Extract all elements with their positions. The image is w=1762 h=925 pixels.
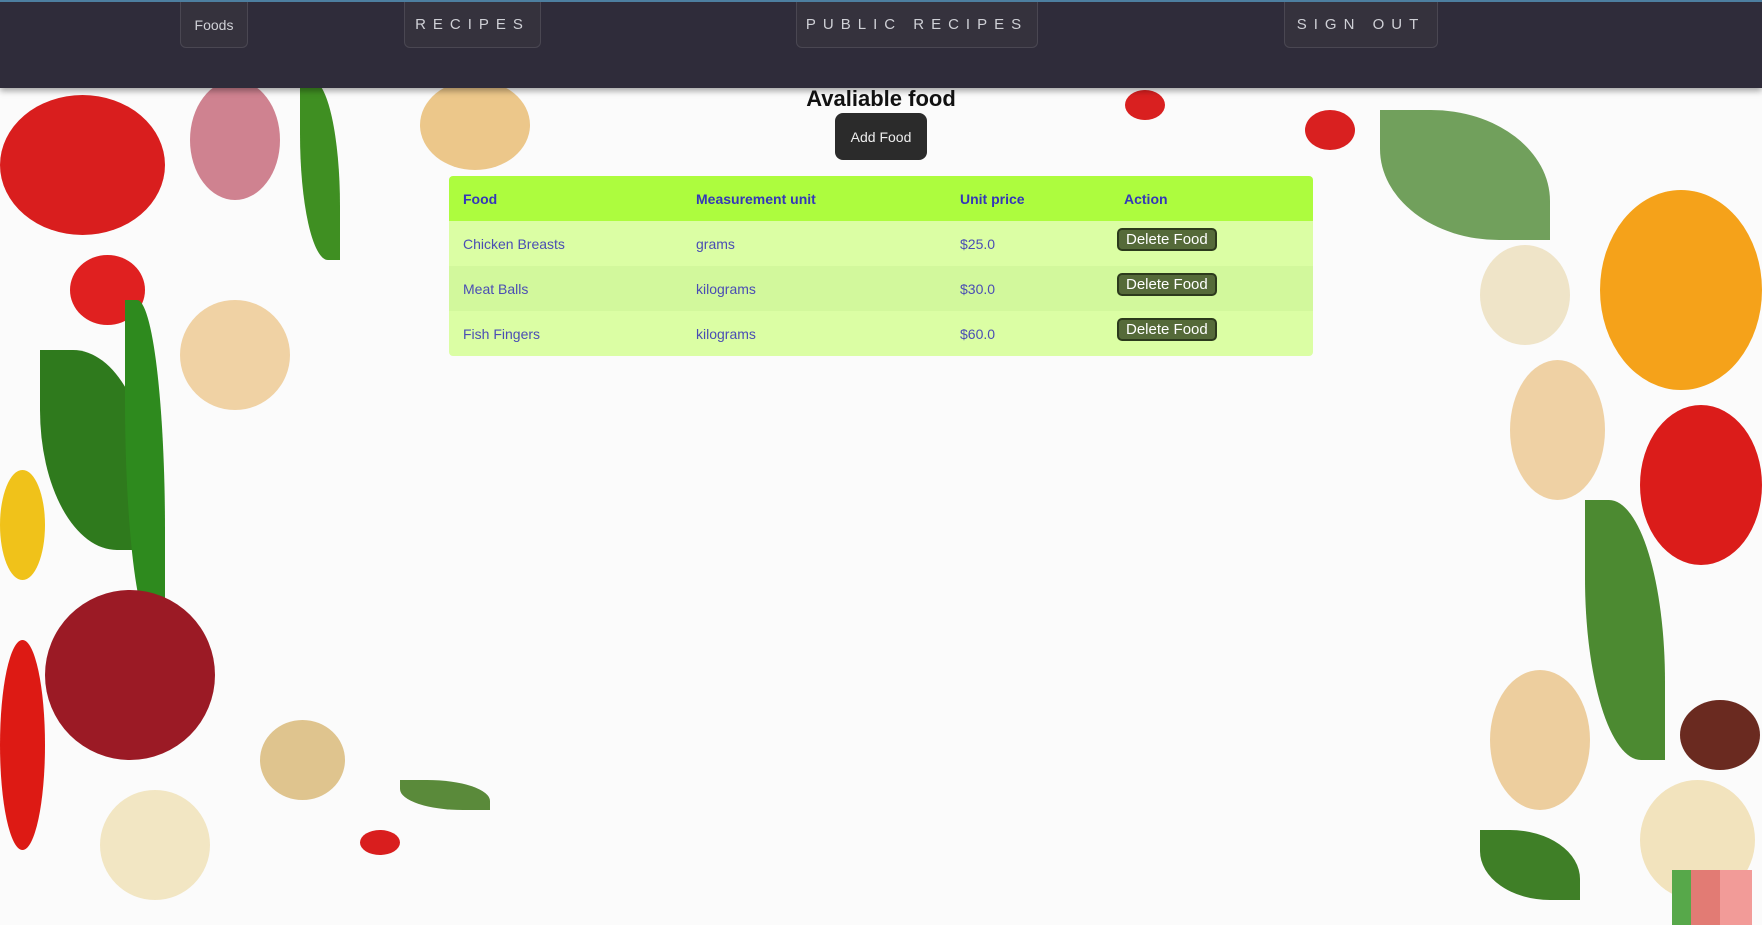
nav-recipes-button[interactable]: RECIPES <box>404 2 541 48</box>
delete-food-button[interactable]: Delete Food <box>1117 228 1217 251</box>
table-row: Fish Fingers kilograms $60.0 Delete Food <box>449 311 1313 356</box>
food-table: Food Measurement unit Unit price Action … <box>449 176 1313 356</box>
nav-foods-button[interactable]: Foods <box>180 2 248 48</box>
delete-food-button[interactable]: Delete Food <box>1117 273 1217 296</box>
corner-widget <box>1672 870 1752 925</box>
column-header-food: Food <box>449 176 682 221</box>
measurement-unit-cell: kilograms <box>682 311 946 356</box>
action-cell: Delete Food <box>1110 266 1313 311</box>
unit-price-cell: $60.0 <box>946 311 1110 356</box>
page-title: Avaliable food <box>806 86 956 111</box>
action-cell: Delete Food <box>1110 311 1313 356</box>
table-header-row: Food Measurement unit Unit price Action <box>449 176 1313 221</box>
food-name-cell: Chicken Breasts <box>449 221 682 266</box>
measurement-unit-cell: kilograms <box>682 266 946 311</box>
table-row: Chicken Breasts grams $25.0 Delete Food <box>449 221 1313 266</box>
delete-food-button[interactable]: Delete Food <box>1117 318 1217 341</box>
add-food-button[interactable]: Add Food <box>835 113 927 160</box>
top-navbar: Foods RECIPES PUBLIC RECIPES SIGN OUT <box>0 0 1762 88</box>
nav-public-recipes-button[interactable]: PUBLIC RECIPES <box>796 2 1038 48</box>
food-name-cell: Meat Balls <box>449 266 682 311</box>
column-header-action: Action <box>1110 176 1313 221</box>
column-header-measurement-unit: Measurement unit <box>682 176 946 221</box>
unit-price-cell: $25.0 <box>946 221 1110 266</box>
unit-price-cell: $30.0 <box>946 266 1110 311</box>
nav-sign-out-button[interactable]: SIGN OUT <box>1284 2 1438 48</box>
action-cell: Delete Food <box>1110 221 1313 266</box>
table-row: Meat Balls kilograms $30.0 Delete Food <box>449 266 1313 311</box>
food-name-cell: Fish Fingers <box>449 311 682 356</box>
measurement-unit-cell: grams <box>682 221 946 266</box>
column-header-unit-price: Unit price <box>946 176 1110 221</box>
